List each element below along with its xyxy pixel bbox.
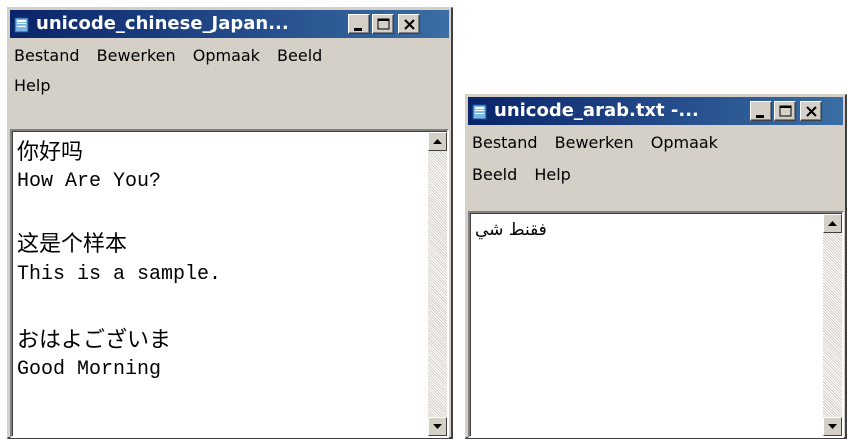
- vertical-scrollbar[interactable]: [823, 214, 842, 436]
- minimize-button[interactable]: [750, 101, 772, 121]
- text-line: 你好吗: [17, 140, 84, 165]
- text-line: How Are You?: [17, 170, 162, 193]
- menu-opmaak[interactable]: Opmaak: [651, 133, 718, 152]
- maximize-button[interactable]: [372, 14, 394, 34]
- notepad-window-arabic[interactable]: unicode_arab.txt -... Bestand Bewerken O…: [465, 94, 847, 439]
- vertical-scrollbar[interactable]: [428, 132, 447, 436]
- scroll-down-arrow-icon: [433, 424, 442, 429]
- text-line: 这是个样本: [17, 232, 128, 257]
- close-button[interactable]: [800, 101, 822, 121]
- menu-beeld[interactable]: Beeld: [277, 46, 322, 65]
- menu-bewerken[interactable]: Bewerken: [97, 46, 176, 65]
- title-bar[interactable]: unicode_arab.txt -...: [468, 97, 843, 125]
- text-line: فقنط شي: [475, 220, 547, 240]
- close-icon: [404, 19, 415, 30]
- menu-bar: Bestand Bewerken Opmaak Beeld Help: [468, 127, 843, 207]
- maximize-button[interactable]: [774, 101, 796, 121]
- scroll-up-button[interactable]: [823, 214, 842, 233]
- maximize-icon: [377, 18, 390, 30]
- scroll-up-button[interactable]: [428, 132, 447, 151]
- minimize-icon: [354, 28, 362, 31]
- scroll-up-arrow-icon: [828, 221, 837, 226]
- menu-help[interactable]: Help: [14, 76, 50, 95]
- scroll-down-button[interactable]: [823, 417, 842, 436]
- minimize-icon: [756, 115, 764, 118]
- title-bar[interactable]: unicode_chinese_Japan...: [10, 10, 449, 38]
- menu-beeld[interactable]: Beeld: [472, 165, 517, 184]
- text-edit-area[interactable]: فقنط شي: [468, 211, 844, 438]
- menu-help[interactable]: Help: [534, 165, 570, 184]
- menu-opmaak[interactable]: Opmaak: [193, 46, 260, 65]
- menu-bar: Bestand Bewerken Opmaak Beeld Help: [10, 42, 449, 128]
- close-button[interactable]: [398, 14, 420, 34]
- notepad-icon: [14, 17, 29, 33]
- text-line: This is a sample.: [17, 263, 222, 286]
- window-title: unicode_arab.txt -...: [494, 100, 699, 121]
- text-line: おはよございま: [17, 328, 172, 353]
- minimize-button[interactable]: [348, 14, 370, 34]
- menu-bestand[interactable]: Bestand: [14, 46, 80, 65]
- menu-bestand[interactable]: Bestand: [472, 133, 538, 152]
- notepad-icon: [472, 104, 487, 120]
- notepad-window-chinese-japanese[interactable]: unicode_chinese_Japan... Bestand Bewerke…: [7, 7, 453, 439]
- maximize-icon: [779, 105, 792, 117]
- close-icon: [806, 106, 817, 117]
- text-edit-area[interactable]: 你好吗 How Are You? 这是个样本 This is a sample.…: [10, 129, 449, 438]
- scroll-down-button[interactable]: [428, 417, 447, 436]
- scroll-up-arrow-icon: [433, 139, 442, 144]
- text-line: Good Morning: [17, 358, 162, 381]
- menu-bewerken[interactable]: Bewerken: [555, 133, 634, 152]
- window-title: unicode_chinese_Japan...: [36, 13, 289, 34]
- scroll-down-arrow-icon: [828, 424, 837, 429]
